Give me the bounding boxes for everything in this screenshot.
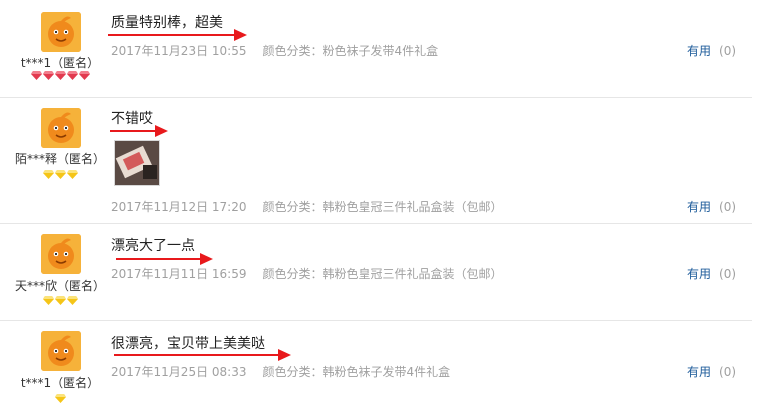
diamond-icon bbox=[66, 71, 78, 80]
useful-button[interactable]: 有用 bbox=[687, 200, 711, 214]
review-sku: 颜色分类：韩粉色皇冠三件礼品盒装（包邮） bbox=[262, 200, 503, 214]
review-meta: 2017年11月25日 08:33 颜色分类：韩粉色袜子发带4件礼盒 bbox=[111, 363, 450, 380]
taobao-mascot-icon bbox=[41, 12, 81, 52]
user-level-badges bbox=[10, 296, 110, 305]
gold-diamond-icon bbox=[54, 170, 66, 179]
gold-diamond-icon bbox=[42, 170, 54, 179]
useful-button[interactable]: 有用 bbox=[687, 44, 711, 58]
gold-diamond-icon bbox=[42, 296, 54, 305]
gold-diamond-icon bbox=[54, 296, 66, 305]
review-text: 漂亮大了一点 bbox=[111, 238, 195, 254]
user-level-badges bbox=[10, 71, 110, 80]
useful-count: (0) bbox=[719, 200, 737, 214]
review-date: 2017年11月23日 10:55 bbox=[111, 44, 247, 58]
useful-vote: 有用 (0) bbox=[687, 265, 736, 282]
review-meta: 2017年11月23日 10:55 颜色分类：粉色袜子发带4件礼盒 bbox=[111, 42, 438, 59]
review-item: t***1（匿名） 质量特别棒，超美 2017年11月23日 10:55 颜色分类… bbox=[0, 0, 752, 98]
useful-vote: 有用 (0) bbox=[687, 363, 736, 380]
useful-button[interactable]: 有用 bbox=[687, 365, 711, 379]
review-date: 2017年11月11日 16:59 bbox=[111, 267, 247, 281]
review-date: 2017年11月25日 08:33 bbox=[111, 365, 247, 379]
reviewer-name: t***1（匿名） bbox=[20, 56, 100, 70]
reviewer-name: 天***欣（匿名） bbox=[14, 279, 105, 293]
red-arrow-annotation bbox=[108, 29, 247, 41]
avatar[interactable] bbox=[41, 234, 81, 274]
review-sku: 颜色分类：韩粉色袜子发带4件礼盒 bbox=[262, 365, 451, 379]
review-sku: 颜色分类：韩粉色皇冠三件礼品盒装（包邮） bbox=[262, 267, 503, 281]
gold-diamond-icon bbox=[66, 296, 78, 305]
avatar[interactable] bbox=[41, 12, 81, 52]
user-level-badges bbox=[10, 170, 110, 179]
avatar[interactable] bbox=[41, 331, 81, 371]
reviewer-name: t***1（匿名） bbox=[20, 376, 100, 390]
reviewer-name: 陌***释（匿名） bbox=[14, 152, 105, 166]
taobao-mascot-icon bbox=[41, 331, 81, 371]
useful-button[interactable]: 有用 bbox=[687, 267, 711, 281]
red-arrow-annotation bbox=[116, 253, 213, 265]
useful-vote: 有用 (0) bbox=[687, 198, 736, 215]
gold-diamond-icon bbox=[66, 170, 78, 179]
useful-count: (0) bbox=[719, 44, 737, 58]
useful-count: (0) bbox=[719, 267, 737, 281]
review-meta: 2017年11月12日 17:20 颜色分类：韩粉色皇冠三件礼品盒装（包邮） bbox=[111, 198, 503, 215]
photo-thumbnail-icon bbox=[115, 141, 159, 185]
red-arrow-annotation bbox=[114, 349, 291, 361]
review-meta: 2017年11月11日 16:59 颜色分类：韩粉色皇冠三件礼品盒装（包邮） bbox=[111, 265, 503, 282]
diamond-icon bbox=[54, 71, 66, 80]
useful-vote: 有用 (0) bbox=[687, 42, 736, 59]
review-date: 2017年11月12日 17:20 bbox=[111, 200, 247, 214]
review-sku: 颜色分类：粉色袜子发带4件礼盒 bbox=[262, 44, 439, 58]
diamond-icon bbox=[42, 71, 54, 80]
gold-diamond-icon bbox=[54, 394, 66, 403]
taobao-mascot-icon bbox=[41, 234, 81, 274]
review-photo[interactable] bbox=[114, 140, 160, 186]
red-arrow-annotation bbox=[110, 125, 168, 137]
diamond-icon bbox=[78, 71, 90, 80]
diamond-icon bbox=[30, 71, 42, 80]
useful-count: (0) bbox=[719, 365, 737, 379]
user-level-badges bbox=[10, 394, 110, 403]
taobao-mascot-icon bbox=[41, 108, 81, 148]
avatar[interactable] bbox=[41, 108, 81, 148]
